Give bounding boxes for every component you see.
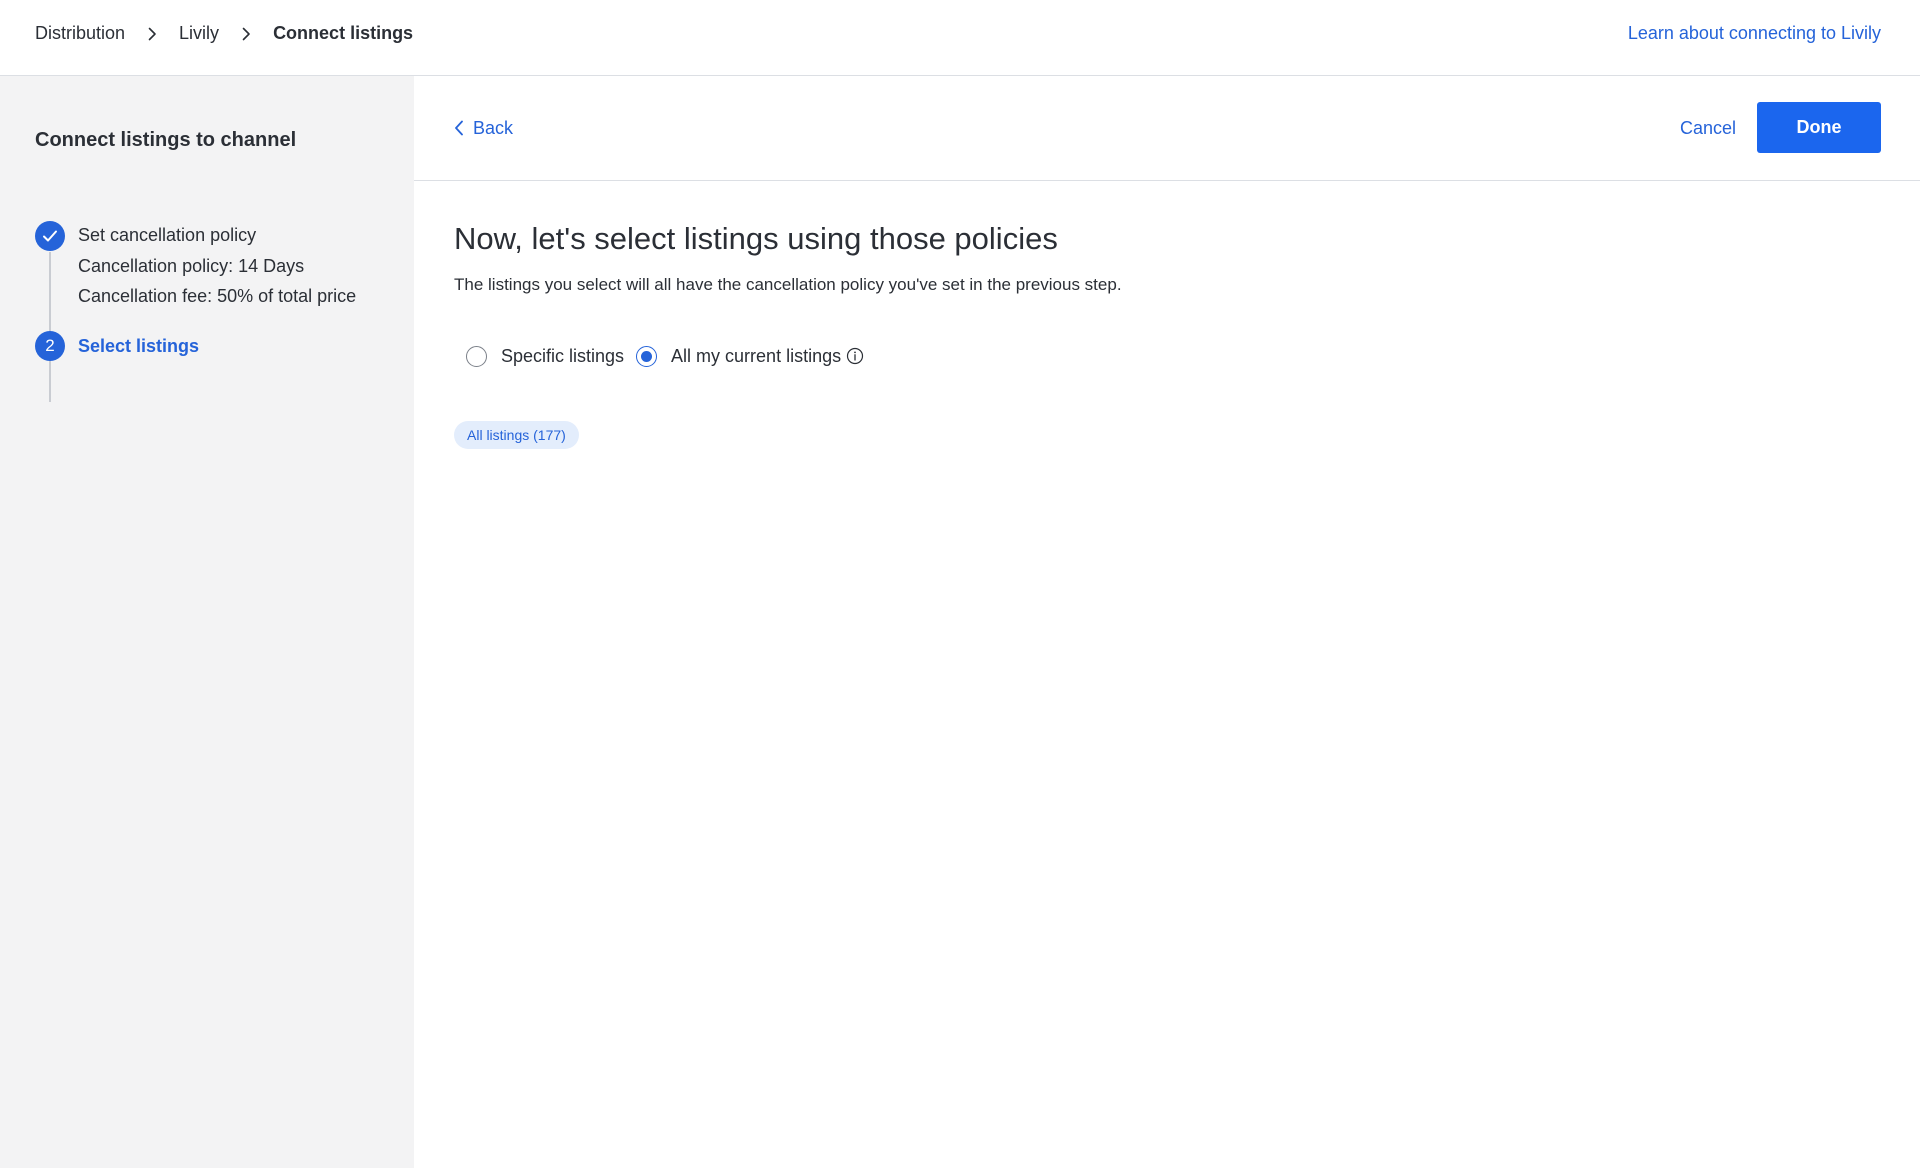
step-1-detail-policy: Cancellation policy: 14 Days bbox=[78, 256, 305, 276]
radio-dot bbox=[641, 350, 653, 362]
radio-button-unchecked[interactable] bbox=[466, 345, 487, 367]
help-link[interactable]: Learn about connecting to Livily bbox=[1628, 0, 1881, 67]
check-icon bbox=[43, 230, 57, 242]
radio-specific-listings[interactable]: Specific listings bbox=[466, 345, 625, 367]
cancel-button[interactable]: Cancel bbox=[1680, 109, 1736, 147]
step-2-number-badge: 2 bbox=[35, 331, 65, 361]
sidebar-title: Connect listings to channel bbox=[35, 129, 297, 151]
step-1-completed-badge bbox=[35, 221, 65, 251]
step-1-detail-fee: Cancellation fee: 50% of total price bbox=[78, 286, 357, 306]
breadcrumb-livily[interactable]: Livily bbox=[179, 23, 219, 44]
step-connector bbox=[49, 252, 51, 402]
all-listings-chip[interactable]: All listings (177) bbox=[454, 421, 579, 449]
radio-specific-listings-label: Specific listings bbox=[501, 345, 625, 366]
radio-all-current-listings-label: All my current listings bbox=[671, 345, 842, 366]
chevron-right-icon bbox=[219, 24, 273, 44]
radio-all-current-listings[interactable]: All my current listings bbox=[636, 345, 864, 367]
step-2-label[interactable]: Select listings bbox=[78, 336, 199, 357]
radio-button-checked[interactable] bbox=[636, 345, 658, 367]
step-1-label[interactable]: Set cancellation policy bbox=[78, 225, 256, 246]
top-bar: Distribution Livily Connect listings Lea… bbox=[0, 0, 1920, 76]
breadcrumb-distribution[interactable]: Distribution bbox=[35, 23, 125, 44]
listing-scope-radio-group: Specific listings All my current listing… bbox=[466, 343, 864, 369]
breadcrumb: Distribution Livily Connect listings bbox=[35, 0, 413, 67]
done-button[interactable]: Done bbox=[1757, 102, 1881, 153]
chevron-left-icon bbox=[455, 120, 463, 136]
main-content: Back Cancel Done Now, let's select listi… bbox=[414, 76, 1920, 1168]
page-title: Now, let's select listings using those p… bbox=[454, 221, 1058, 256]
action-header: Back Cancel Done bbox=[414, 76, 1920, 181]
info-icon[interactable] bbox=[846, 347, 864, 365]
back-label: Back bbox=[473, 117, 514, 138]
breadcrumb-connect-listings: Connect listings bbox=[273, 23, 414, 43]
sidebar: Connect listings to channel Set cancella… bbox=[0, 76, 414, 1168]
page-subtitle: The listings you select will all have th… bbox=[454, 275, 1122, 294]
chevron-right-icon bbox=[125, 24, 179, 44]
back-button[interactable]: Back bbox=[454, 109, 513, 147]
